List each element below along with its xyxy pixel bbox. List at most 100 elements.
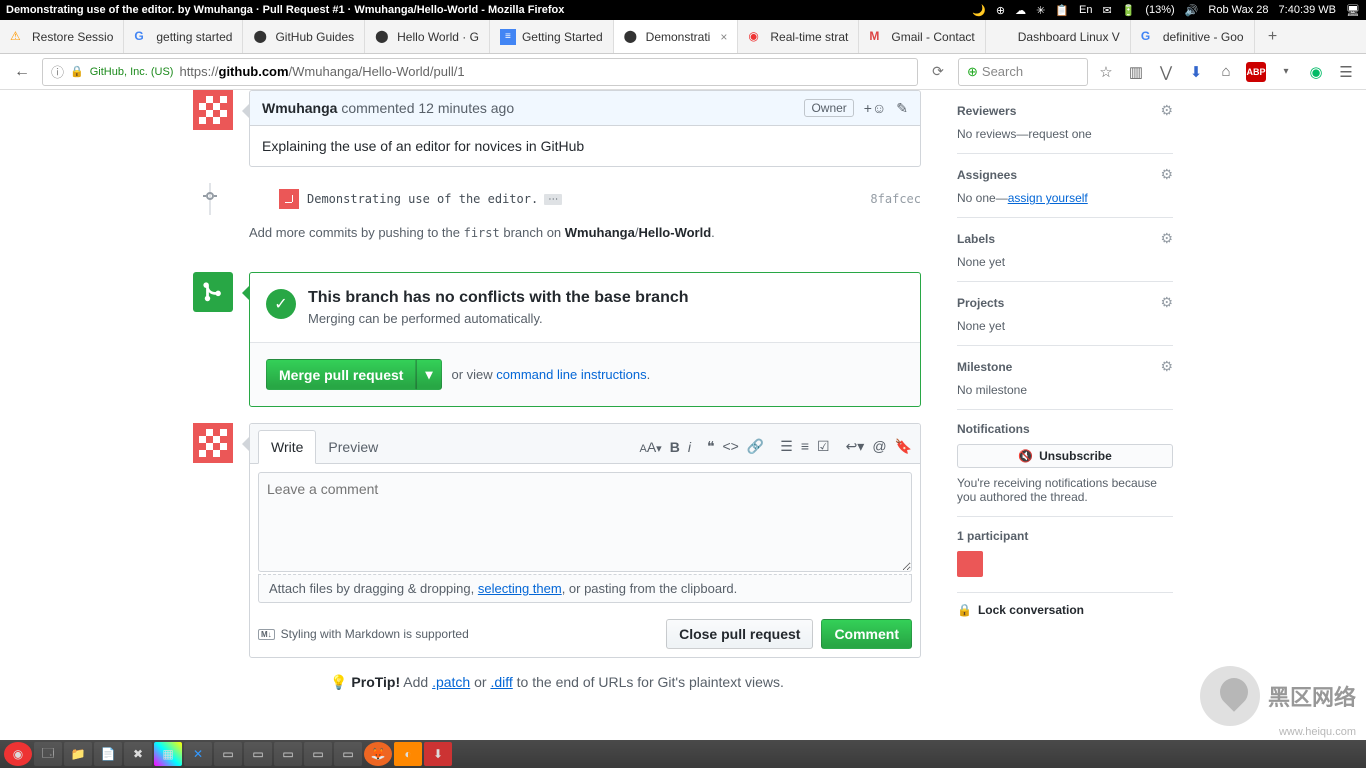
commit-icon — [203, 189, 217, 203]
browser-tab[interactable]: ⬤GitHub Guides — [243, 20, 365, 53]
downloads-icon[interactable]: ⬇ — [1184, 60, 1208, 84]
tray-icon: ✳ — [1036, 4, 1045, 17]
code-icon[interactable]: <> — [722, 438, 738, 455]
comment-form: Write Preview AA▾ B i ❝ <> 🔗 — [193, 423, 921, 658]
dock-item[interactable]: ▭ — [274, 742, 302, 766]
lock-icon: 🔒 — [957, 603, 972, 617]
close-tab-icon[interactable]: × — [720, 30, 727, 44]
adblock-icon[interactable]: ABP — [1244, 60, 1268, 84]
gear-icon[interactable]: ⚙ — [1160, 166, 1173, 183]
ellipsis-button[interactable]: ⋯ — [544, 194, 562, 205]
diff-link[interactable]: .diff — [490, 674, 512, 690]
merge-button[interactable]: Merge pull request — [266, 359, 416, 390]
browser-tab[interactable]: Ggetting started — [124, 20, 243, 53]
participant-avatar[interactable] — [957, 551, 983, 577]
quote-icon[interactable]: ❝ — [707, 438, 715, 455]
menu-icon[interactable]: ☰ — [1334, 60, 1358, 84]
search-field[interactable]: ⊕Search — [958, 58, 1088, 86]
dock-item[interactable]: ▦ — [154, 742, 182, 766]
avatar[interactable] — [193, 423, 233, 463]
lock-conversation[interactable]: 🔒Lock conversation — [957, 593, 1173, 627]
back-button[interactable]: ← — [8, 58, 36, 86]
dock-item[interactable]: 📁 — [64, 742, 92, 766]
new-tab-button[interactable]: + — [1255, 20, 1291, 53]
comment-textarea[interactable] — [258, 472, 912, 572]
browser-tab[interactable]: ⚠Restore Sessio — [0, 20, 124, 53]
dock-item[interactable]: ▭ — [304, 742, 332, 766]
gear-icon[interactable]: ⚙ — [1160, 358, 1173, 375]
dock-item[interactable]: ✖ — [124, 742, 152, 766]
markdown-hint[interactable]: M↓ Styling with Markdown is supported — [258, 627, 469, 641]
dock-item[interactable]: ▭ — [334, 742, 362, 766]
reply-icon[interactable]: ↩▾ — [846, 438, 865, 455]
text-size-icon[interactable]: AA▾ — [639, 439, 661, 455]
browser-tab[interactable]: ≡Getting Started — [490, 20, 614, 53]
clock-time: 7:40:39 WB — [1279, 4, 1336, 16]
add-reaction-icon[interactable]: +☺ — [864, 100, 886, 116]
reviewers-body: No reviews—request one — [957, 127, 1173, 141]
tray-icon: 📋 — [1055, 4, 1069, 17]
pocket-icon[interactable]: ⋁ — [1154, 60, 1178, 84]
merge-status-box: ✓ This branch has no conflicts with the … — [193, 272, 921, 407]
home-icon[interactable]: ⌂ — [1214, 60, 1238, 84]
avatar[interactable] — [193, 90, 233, 130]
gear-icon[interactable]: ⚙ — [1160, 294, 1173, 311]
owner-badge: Owner — [804, 99, 853, 117]
projects-heading: Projects — [957, 296, 1004, 310]
commit-hash[interactable]: 8fafcec — [870, 192, 921, 206]
library-icon[interactable]: ▥ — [1124, 60, 1148, 84]
merge-subtitle: Merging can be performed automatically. — [308, 311, 689, 326]
dock-item[interactable]: ◉ — [4, 742, 32, 766]
comment-button[interactable]: Comment — [821, 619, 912, 649]
task-list-icon[interactable]: ☑ — [817, 438, 830, 455]
merge-title: This branch has no conflicts with the ba… — [308, 289, 689, 307]
saved-reply-icon[interactable]: 🔖 — [895, 438, 912, 455]
labels-heading: Labels — [957, 232, 995, 246]
dock-item[interactable]: 📄 — [94, 742, 122, 766]
extension-icon[interactable]: ◉ — [1304, 60, 1328, 84]
dock-item[interactable]: ▭ — [214, 742, 242, 766]
select-files-link[interactable]: selecting them — [478, 581, 562, 596]
link-icon[interactable]: 🔗 — [747, 438, 764, 455]
dock-item[interactable]: ▭ — [244, 742, 272, 766]
unsubscribe-button[interactable]: 🔇Unsubscribe — [957, 444, 1173, 468]
gear-icon[interactable]: ⚙ — [1160, 102, 1173, 119]
patch-link[interactable]: .patch — [432, 674, 470, 690]
browser-toolbar: ← ⓘ 🔒 GitHub, Inc. (US) https://github.c… — [0, 54, 1366, 90]
edit-icon[interactable]: ✎ — [896, 100, 908, 117]
bold-icon[interactable]: B — [670, 439, 680, 455]
browser-tab-active[interactable]: ⬤Demonstrati× — [614, 20, 739, 53]
gear-icon[interactable]: ⚙ — [1160, 230, 1173, 247]
bookmark-star-icon[interactable]: ☆ — [1094, 60, 1118, 84]
tray-icon: ⊕ — [996, 4, 1005, 17]
reload-button[interactable]: ⟳ — [924, 58, 952, 86]
info-icon[interactable]: ⓘ — [51, 62, 64, 81]
address-bar[interactable]: ⓘ 🔒 GitHub, Inc. (US) https://github.com… — [42, 58, 918, 86]
browser-tab[interactable]: Gdefinitive - Goo — [1131, 20, 1255, 53]
merge-dropdown[interactable]: ▾ — [416, 359, 441, 390]
ul-icon[interactable]: ☰ — [780, 438, 793, 455]
cli-instructions-link[interactable]: command line instructions — [496, 367, 646, 382]
browser-tab[interactable]: ⬤Hello World · G — [365, 20, 490, 53]
close-pr-button[interactable]: Close pull request — [666, 619, 813, 649]
ol-icon[interactable]: ≡ — [801, 438, 809, 455]
dropdown-icon[interactable]: ▾ — [1274, 60, 1298, 84]
browser-tab[interactable]: MGmail - Contact — [859, 20, 985, 53]
assign-yourself-link[interactable]: assign yourself — [1008, 191, 1088, 205]
browser-tab[interactable]: ◉Real-time strat — [738, 20, 859, 53]
system-tray: 🌙 ⊕ ☁ ✳ 📋 En ✉ 🔋 (13%) 🔊 Rob Wax 28 7:40… — [972, 4, 1360, 17]
commit-message[interactable]: Demonstrating use of the editor. — [307, 192, 538, 206]
dock-item[interactable]: ⬇ — [424, 742, 452, 766]
mention-icon[interactable]: @ — [872, 438, 886, 455]
preview-tab[interactable]: Preview — [316, 431, 390, 463]
dock-item[interactable]: 🗔 — [34, 742, 62, 766]
tray-icon: 🌙 — [972, 4, 986, 17]
dock-item[interactable]: ✕ — [184, 742, 212, 766]
dock-item[interactable]: ◐ — [394, 742, 422, 766]
browser-tab[interactable]: Dashboard Linux V — [986, 20, 1131, 53]
write-tab[interactable]: Write — [258, 430, 316, 464]
page-content: Wmuhanga commented 12 minutes ago Owner … — [0, 90, 1366, 740]
commit-avatar[interactable] — [279, 189, 299, 209]
italic-icon[interactable]: i — [688, 439, 691, 455]
dock-item[interactable]: 🦊 — [364, 742, 392, 766]
